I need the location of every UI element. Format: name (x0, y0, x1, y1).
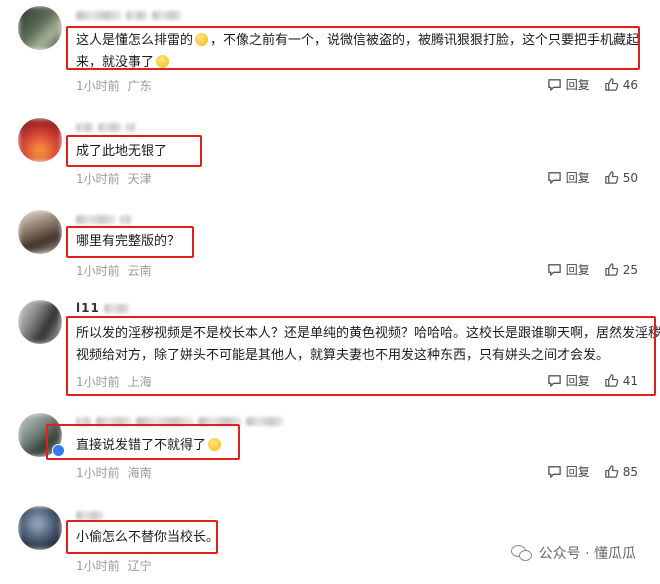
comment-time: 1小时前 (76, 264, 120, 278)
like-count: 85 (622, 464, 638, 479)
reply-button[interactable]: 回复 (547, 261, 590, 278)
like-button[interactable]: 46 (604, 77, 638, 92)
thumbs-up-icon (604, 78, 618, 91)
username[interactable] (76, 508, 104, 522)
like-button[interactable]: 50 (604, 170, 638, 185)
comment-meta: 1小时前 广东 (76, 77, 152, 94)
comment-time: 1小时前 (76, 172, 120, 186)
reply-button[interactable]: 回复 (547, 463, 590, 480)
thumbs-up-icon (604, 374, 618, 387)
reply-button[interactable]: 回复 (547, 76, 590, 93)
like-button[interactable]: 25 (604, 262, 638, 277)
thumbs-up-icon (604, 465, 618, 478)
laughing-emoji-icon (208, 438, 222, 451)
comment-actions: 回复 85 (547, 463, 638, 480)
like-button[interactable]: 85 (604, 464, 638, 479)
comment-time: 1小时前 (76, 79, 120, 93)
avatar[interactable] (18, 506, 62, 550)
comment-actions: 回复 50 (547, 169, 638, 186)
comment-time: 1小时前 (76, 375, 120, 389)
comment-location: 辽宁 (127, 559, 152, 573)
comment-actions: 回复 41 (547, 372, 638, 389)
comment-time: 1小时前 (76, 559, 120, 573)
reply-button[interactable]: 回复 (547, 372, 590, 389)
comment-text: 哪里有完整版的？ (76, 234, 181, 249)
thumbs-up-icon (604, 263, 618, 276)
comment-text: 这人是懂怎么排雷的 ，不像之前有一个，说微信被盗的，被腾讯狠狠打脸，这个只要把手机… (76, 33, 640, 70)
comment-location: 广东 (127, 79, 152, 93)
comment-meta: 1小时前 海南 (76, 464, 152, 481)
comment-actions: 回复 25 (547, 261, 638, 278)
like-button[interactable]: 41 (604, 373, 638, 388)
comments-page: 这人是懂怎么排雷的 ，不像之前有一个，说微信被盗的，被腾讯狠狠打脸，这个只要把手机… (0, 0, 660, 584)
comment-location: 天津 (127, 172, 152, 186)
avatar[interactable] (18, 210, 62, 254)
comment-bubble-icon (547, 375, 561, 387)
like-count: 41 (622, 373, 638, 388)
comment-bubble-icon (547, 79, 561, 91)
comment-actions: 回复 46 (547, 76, 638, 93)
smile-emoji-icon (156, 55, 170, 68)
avatar[interactable] (18, 118, 62, 162)
avatar[interactable] (18, 6, 62, 50)
comment-location: 上海 (127, 375, 152, 389)
comment-bubble-icon (547, 466, 561, 478)
like-count: 25 (622, 262, 638, 277)
comment-bubble-icon (547, 264, 561, 276)
comment-location: 云南 (127, 264, 152, 278)
username[interactable]: l11 (76, 301, 130, 315)
username[interactable] (76, 414, 284, 428)
comment-location: 海南 (127, 466, 152, 480)
reply-button[interactable]: 回复 (547, 169, 590, 186)
comment-bubble-icon (547, 172, 561, 184)
comment-meta: 1小时前 天津 (76, 170, 152, 187)
verified-badge-icon (52, 444, 65, 457)
comment-meta: 1小时前 辽宁 (76, 557, 152, 574)
wechat-icon (510, 543, 533, 563)
comment-meta: 1小时前 上海 (76, 373, 152, 390)
username[interactable] (76, 212, 132, 226)
comment-time: 1小时前 (76, 466, 120, 480)
username[interactable] (76, 8, 182, 22)
comment-text: 小偷怎么不替你当校长。 (76, 530, 220, 545)
watermark: 公众号 · 懂瓜瓜 (510, 543, 636, 563)
comment-meta: 1小时前 云南 (76, 262, 152, 279)
username[interactable] (76, 120, 136, 134)
like-count: 46 (622, 77, 638, 92)
comment-text: 成了此地无银了 (76, 144, 168, 159)
like-count: 50 (622, 170, 638, 185)
smile-emoji-icon (195, 33, 209, 46)
avatar[interactable] (18, 300, 62, 344)
comment-text: 所以发的淫秽视频是不是校长本人？还是单纯的黄色视频？哈哈哈。这校长是跟谁聊天啊，… (76, 326, 660, 363)
comment-text: 直接说发错了不就得了 (76, 435, 223, 457)
thumbs-up-icon (604, 171, 618, 184)
watermark-text: 公众号 · 懂瓜瓜 (538, 546, 636, 562)
